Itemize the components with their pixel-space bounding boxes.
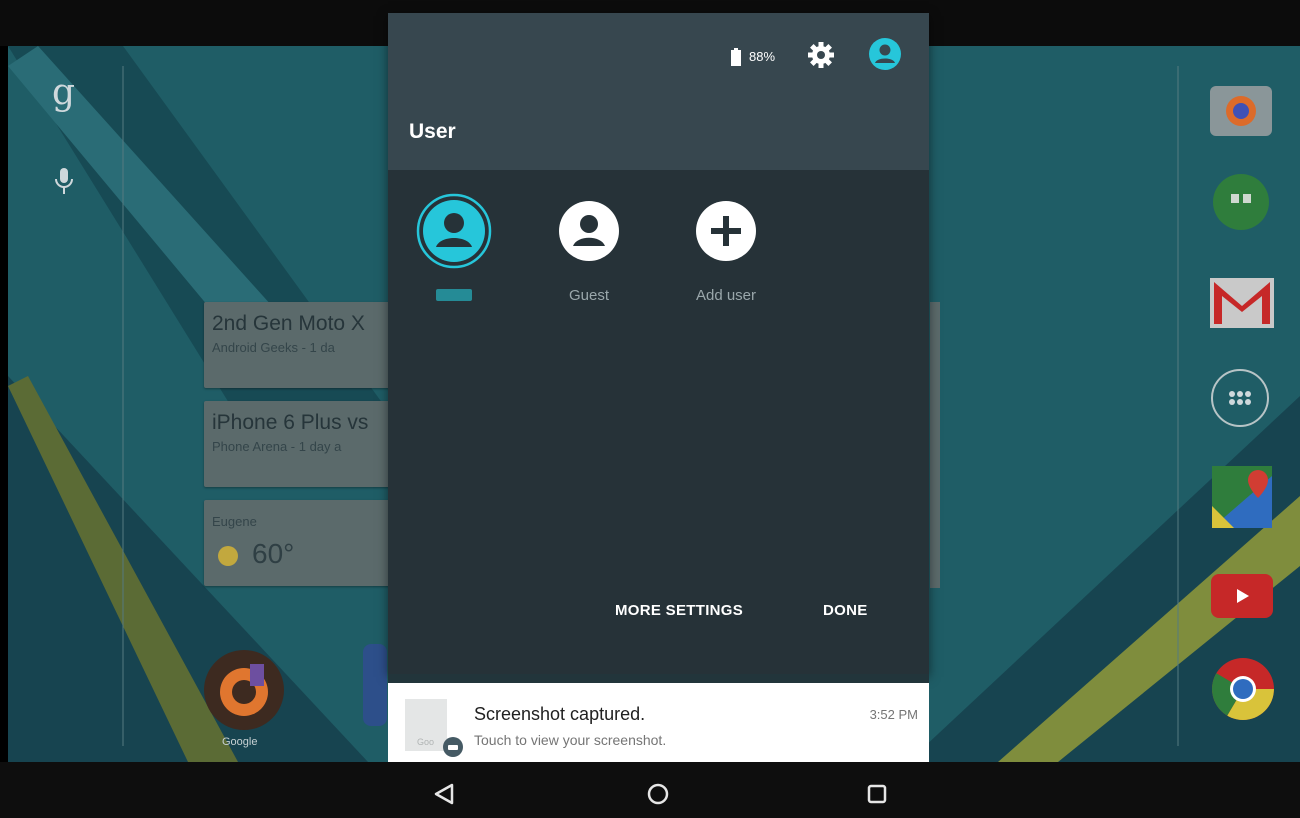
google-play-music-icon[interactable] — [204, 650, 284, 730]
app-drawer-icon[interactable] — [1211, 369, 1269, 427]
sun-icon — [218, 546, 238, 566]
card-right-edge — [930, 302, 940, 588]
chrome-icon[interactable] — [1212, 658, 1274, 720]
gmail-icon[interactable] — [1210, 278, 1274, 328]
notification-time: 3:52 PM — [869, 707, 918, 722]
screenshot-small-icon — [443, 737, 463, 757]
dock-label-google: Google — [222, 736, 258, 748]
current-user-avatar-icon[interactable] — [869, 38, 901, 75]
news-card-title: iPhone 6 Plus vs — [212, 411, 369, 434]
owner-avatar-icon — [416, 193, 492, 269]
news-card-subtitle: Phone Arena - 1 day a — [212, 439, 342, 454]
add-user-label: Add user — [695, 287, 757, 304]
guest-label: Guest — [568, 287, 610, 304]
notification-thumbnail: Goo — [405, 699, 447, 751]
user-tile-guest[interactable]: Guest — [529, 201, 649, 311]
youtube-icon[interactable] — [1211, 574, 1273, 618]
microphone-icon[interactable] — [54, 166, 74, 201]
notification-title: Screenshot captured. — [474, 704, 646, 724]
news-card-iphone[interactable]: iPhone 6 Plus vs Phone Arena - 1 day a — [204, 401, 400, 487]
user-tile-add-user[interactable]: Add user — [666, 201, 786, 311]
weather-temperature: 60° — [252, 538, 295, 569]
screenshot-notification[interactable]: Goo Screenshot captured. Touch to view y… — [388, 683, 929, 762]
panel-title: User — [409, 120, 456, 143]
background-strip — [388, 674, 929, 683]
news-card-moto[interactable]: 2nd Gen Moto X Android Geeks - 1 da — [204, 302, 400, 388]
dock-app-partial-icon[interactable] — [363, 644, 387, 726]
home-icon[interactable] — [638, 774, 678, 814]
settings-gear-icon[interactable] — [807, 41, 835, 74]
add-user-icon — [696, 201, 756, 261]
back-icon[interactable] — [424, 774, 464, 814]
quick-settings-header: 88% User — [388, 13, 929, 170]
more-settings-button[interactable]: MORE SETTINGS — [615, 602, 743, 619]
notification-text: Touch to view your screenshot. — [474, 732, 667, 748]
guest-avatar-icon — [559, 201, 619, 261]
recents-icon[interactable] — [857, 774, 897, 814]
news-card-title: 2nd Gen Moto X — [212, 312, 365, 335]
owner-name-label — [436, 289, 472, 301]
quick-settings-user-panel: 88% User Guest Add user MORE SETTINGS DO… — [388, 13, 929, 674]
user-tile-owner[interactable] — [394, 193, 514, 311]
weather-card[interactable]: Eugene 60° — [204, 500, 400, 586]
camera-app-icon[interactable] — [1210, 86, 1272, 136]
battery-icon — [730, 48, 742, 71]
news-card-subtitle: Android Geeks - 1 da — [212, 340, 335, 355]
android-screen: g 2nd Gen Moto X Android Geeks - 1 da iP… — [0, 0, 1300, 818]
done-button[interactable]: DONE — [823, 602, 868, 619]
google-search-icon[interactable]: g — [52, 72, 75, 113]
battery-percent: 88% — [749, 49, 776, 64]
thumbnail-label: Goo — [417, 737, 435, 747]
weather-location: Eugene — [212, 514, 257, 529]
hangouts-icon[interactable] — [1213, 174, 1269, 230]
maps-icon[interactable] — [1212, 466, 1272, 528]
